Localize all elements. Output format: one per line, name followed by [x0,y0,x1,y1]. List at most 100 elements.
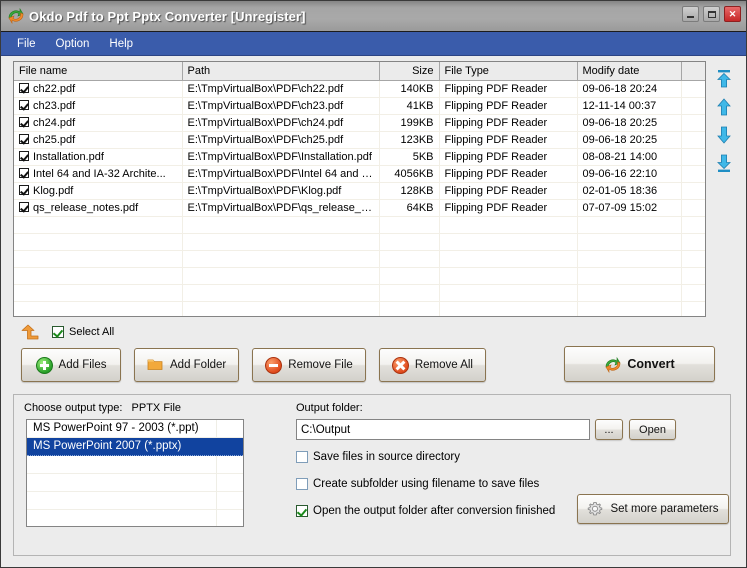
save-in-source-dir-checkbox[interactable]: Save files in source directory [296,451,460,463]
table-row[interactable]: Intel 64 and IA-32 Archite... E:\TmpVirtu… [14,165,705,183]
move-to-bottom-icon[interactable] [716,154,732,172]
save-in-source-dir-checkbox-box [296,451,308,463]
cell-file-type: Flipping PDF Reader [439,97,578,115]
convert-button[interactable]: Convert [564,346,715,382]
browse-folder-button[interactable]: ... [595,419,623,440]
table-row[interactable]: Installation.pdf E:\TmpVirtualBox\PDF\Ins… [14,148,705,166]
output-folder-label: Output folder: [296,402,363,414]
cell-file-type: Flipping PDF Reader [439,114,578,132]
cell-path: E:\TmpVirtualBox\PDF\ch25.pdf [182,131,380,149]
cell-file-type: Flipping PDF Reader [439,148,578,166]
table-row[interactable]: qs_release_notes.pdf E:\TmpVirtualBox\PDF… [14,199,705,217]
convert-arrows-icon [604,356,621,374]
app-window: Okdo Pdf to Ppt Pptx Converter [Unregist… [0,0,747,568]
cell-empty [14,216,183,234]
move-up-icon[interactable] [716,98,732,116]
file-name-text: Installation.pdf [33,151,104,163]
row-checkbox[interactable] [19,168,29,178]
cell-empty [681,250,705,268]
cell-empty [681,233,705,251]
create-subfolder-checkbox[interactable]: Create subfolder using filename to save … [296,478,539,490]
row-checkbox[interactable] [19,134,29,144]
file-name-text: ch22.pdf [33,83,76,95]
column-header-file-name[interactable]: File name [14,62,183,81]
cell-empty [681,301,705,316]
output-type-listbox[interactable]: MS PowerPoint 97 - 2003 (*.ppt) MS Power… [26,419,244,527]
minus-circle-icon [265,357,283,374]
choose-output-type-label: Choose output type: [24,402,123,414]
save-in-source-dir-label: Save files in source directory [313,451,461,463]
row-checkbox[interactable] [19,100,29,110]
cell-empty [379,250,440,268]
table-empty-row [14,250,705,268]
menu-item-option[interactable]: Option [48,36,98,52]
add-files-button[interactable]: Add Files [21,348,121,382]
menu-item-help[interactable]: Help [101,36,141,52]
close-button[interactable]: ✕ [724,6,741,22]
open-folder-after-checkbox[interactable]: Open the output folder after conversion … [296,505,555,517]
maximize-icon [707,10,716,18]
column-header-size[interactable]: Size [379,62,440,81]
row-checkbox[interactable] [19,117,29,127]
move-down-icon[interactable] [716,126,732,144]
row-checkbox[interactable] [19,185,29,195]
cell-file-name: ch25.pdf [14,131,183,149]
select-all-checkbox[interactable]: Select All [52,326,114,338]
cell-file-name: Klog.pdf [14,182,183,200]
cell-extra [681,165,705,183]
file-list-panel[interactable]: File name Path Size File Type Modify dat… [13,61,706,317]
minimize-button[interactable] [682,6,699,22]
cell-path: E:\TmpVirtualBox\PDF\Installation.pdf [182,148,380,166]
cell-empty [182,216,380,234]
cell-modify-date: 07-07-09 15:02 [577,199,682,217]
cell-empty [182,267,380,285]
file-action-buttons: Add Files Add Folder Remove File Remove … [21,348,486,382]
move-to-top-icon[interactable] [716,70,732,88]
row-checkbox[interactable] [19,83,29,93]
open-folder-button[interactable]: Open [629,419,676,440]
file-name-text: qs_release_notes.pdf [33,202,139,214]
cell-empty [577,216,682,234]
up-left-arrow-icon[interactable] [21,324,40,340]
menu-item-file[interactable]: File [9,36,44,52]
column-header-extra[interactable] [681,62,705,81]
table-row[interactable]: ch23.pdf E:\TmpVirtualBox\PDF\ch23.pdf 41K… [14,97,705,115]
output-folder-input[interactable] [296,419,590,440]
table-row[interactable]: ch22.pdf E:\TmpVirtualBox\PDF\ch22.pdf 140… [14,80,705,98]
cell-extra [681,131,705,149]
cell-file-name: ch22.pdf [14,80,183,98]
output-type-option-pptx[interactable]: MS PowerPoint 2007 (*.pptx) [27,438,243,456]
select-all-checkbox-box [52,326,64,338]
folder-icon [147,357,163,373]
cell-empty [681,267,705,285]
column-header-path[interactable]: Path [182,62,380,81]
select-all-label: Select All [69,326,115,338]
main-content: File name Path Size File Type Modify dat… [1,56,746,565]
column-header-file-type[interactable]: File Type [439,62,578,81]
cell-empty [14,284,183,302]
remove-all-button[interactable]: Remove All [378,348,486,382]
cell-empty [439,267,578,285]
table-row[interactable]: ch25.pdf E:\TmpVirtualBox\PDF\ch25.pdf 123… [14,131,705,149]
add-folder-button[interactable]: Add Folder [134,348,240,382]
convert-button-wrap: Convert [564,346,715,382]
remove-file-button[interactable]: Remove File [252,348,366,382]
row-checkbox[interactable] [19,202,29,212]
cell-empty [439,284,578,302]
cell-size: 128KB [379,182,440,200]
row-checkbox[interactable] [19,151,29,161]
window-title: Okdo Pdf to Ppt Pptx Converter [Unregist… [29,8,306,24]
output-type-option-ppt[interactable]: MS PowerPoint 97 - 2003 (*.ppt) [27,420,243,438]
remove-file-label: Remove File [288,359,353,371]
column-header-modify-date[interactable]: Modify date [577,62,682,81]
set-more-parameters-button[interactable]: Set more parameters [577,494,729,524]
cell-extra [681,97,705,115]
maximize-button[interactable] [703,6,720,22]
listbox-empty-row [27,474,243,492]
cell-empty [379,216,440,234]
table-row[interactable]: Klog.pdf E:\TmpVirtualBox\PDF\Klog.pdf 128… [14,182,705,200]
cell-empty [182,301,380,316]
table-row[interactable]: ch24.pdf E:\TmpVirtualBox\PDF\ch24.pdf 199… [14,114,705,132]
cell-file-type: Flipping PDF Reader [439,165,578,183]
cross-circle-icon [391,357,409,374]
